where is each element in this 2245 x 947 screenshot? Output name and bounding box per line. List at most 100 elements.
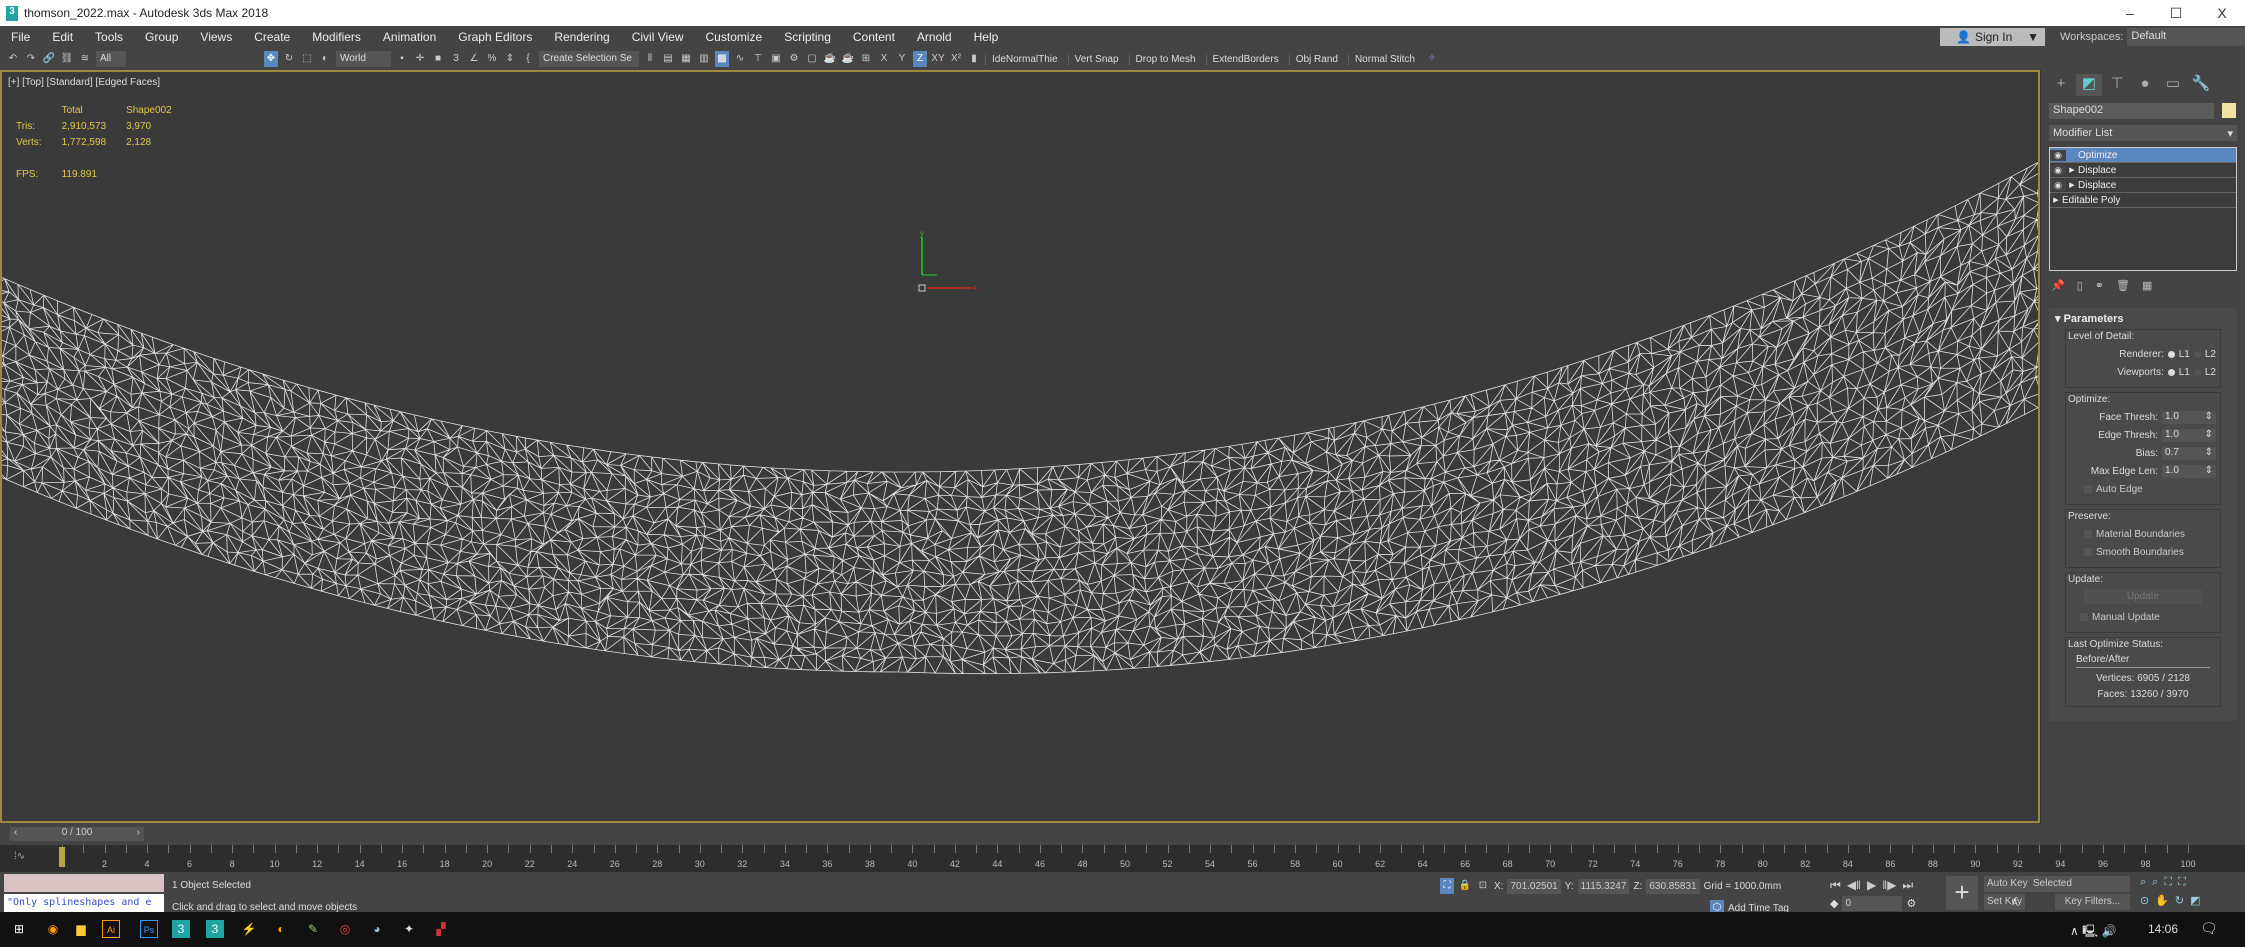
remove-modifier-icon[interactable]: 🗑 bbox=[2116, 279, 2130, 292]
script-button-vert-snap[interactable]: Vert Snap bbox=[1067, 53, 1125, 65]
unlink-icon[interactable]: ⛓ bbox=[60, 51, 74, 67]
motion-tab-icon[interactable]: ● bbox=[2132, 75, 2158, 97]
3dsmax-taskbar-icon-2[interactable]: 3 bbox=[206, 920, 224, 938]
create-tab-icon[interactable]: + bbox=[2048, 75, 2074, 97]
menu-rendering[interactable]: Rendering bbox=[543, 30, 620, 44]
mirror-icon[interactable]: ⫴ bbox=[643, 51, 657, 67]
time-slider[interactable]: ‹ 0 / 100 › bbox=[10, 827, 144, 841]
selection-filter-dropdown[interactable]: All bbox=[96, 51, 126, 67]
placement-icon[interactable]: ◐ bbox=[318, 51, 332, 67]
scale-icon[interactable]: ⬚ bbox=[300, 51, 314, 67]
pan-icon[interactable]: ✋ bbox=[2155, 894, 2169, 907]
file-explorer-icon[interactable]: ▆ bbox=[72, 920, 90, 938]
3dsmax-taskbar-icon[interactable]: 3 bbox=[172, 920, 190, 938]
layer-explorer-icon[interactable]: ▥ bbox=[697, 51, 711, 67]
go-to-end-icon[interactable]: ⏭ bbox=[1902, 878, 1913, 893]
stack-item-displace[interactable]: ◉ ▶ Displace bbox=[2050, 163, 2236, 178]
orbit-icon[interactable]: ↻ bbox=[2175, 894, 2184, 907]
workspaces-dropdown[interactable]: Default bbox=[2127, 28, 2245, 46]
object-name-field[interactable]: Shape002 bbox=[2049, 103, 2214, 119]
unity-icon[interactable]: ✦ bbox=[400, 920, 418, 938]
script-button-normal-stitch[interactable]: Normal Stitch bbox=[1347, 53, 1421, 65]
play-icon[interactable]: ▶ bbox=[1867, 878, 1876, 893]
maxscript-listener-input[interactable] bbox=[4, 874, 164, 892]
system-tray-icons[interactable]: ∧ 🖳 🔊 bbox=[2070, 922, 2116, 943]
schematic-view-icon[interactable]: ⊤ bbox=[751, 51, 765, 67]
hierarchy-tab-icon[interactable]: ⊤ bbox=[2104, 74, 2130, 96]
object-color-swatch[interactable] bbox=[2222, 103, 2236, 118]
make-unique-icon[interactable]: ⚭ bbox=[2095, 279, 2104, 292]
menu-tools[interactable]: Tools bbox=[84, 30, 134, 44]
eye-icon[interactable]: ◉ bbox=[2050, 164, 2066, 176]
render-iterative-icon[interactable]: ☕ bbox=[841, 51, 855, 67]
action-center-icon[interactable]: 🗨 bbox=[2200, 920, 2218, 937]
menu-create[interactable]: Create bbox=[243, 30, 301, 44]
key-filters-button[interactable]: Key Filters... bbox=[2055, 894, 2130, 910]
menu-animation[interactable]: Animation bbox=[372, 30, 447, 44]
x-coordinate-field[interactable]: 701.02501 bbox=[1507, 878, 1561, 894]
scene-explorer-icon[interactable]: ▦ bbox=[679, 51, 693, 67]
configure-modifier-sets-icon[interactable]: ▦ bbox=[2142, 279, 2152, 292]
photoshop-icon[interactable]: Ps bbox=[140, 920, 158, 938]
snaps-toggle-icon[interactable]: 3 bbox=[449, 51, 463, 67]
app-red-icon[interactable]: ⚡ bbox=[240, 920, 258, 938]
timeline-track[interactable]: ⁞∿ 0246810121416182022242628303234363840… bbox=[0, 845, 2245, 872]
expand-icon[interactable]: ▶ bbox=[2050, 196, 2062, 204]
update-button[interactable]: Update bbox=[2084, 589, 2202, 604]
absolute-mode-icon[interactable]: ⊡ bbox=[1476, 878, 1490, 894]
ribbon-icon[interactable]: ▩ bbox=[715, 51, 729, 67]
menu-graph-editors[interactable]: Graph Editors bbox=[447, 30, 543, 44]
eye-icon[interactable]: ◉ bbox=[2050, 179, 2066, 191]
go-to-start-icon[interactable]: ⏮ bbox=[1830, 878, 1841, 893]
viewport-label[interactable]: [+] [Top] [Standard] [Edged Faces] bbox=[8, 77, 160, 88]
app-orange-icon[interactable]: ◐ bbox=[272, 920, 290, 938]
set-key-button[interactable]: Set Key bbox=[1984, 894, 2026, 910]
menu-file[interactable]: File bbox=[0, 30, 41, 44]
material-editor-icon[interactable]: ▣ bbox=[769, 51, 783, 67]
select-move-icon[interactable]: ✥ bbox=[264, 51, 278, 67]
percent-snap-icon[interactable]: % bbox=[485, 51, 499, 67]
smooth-boundaries-checkbox[interactable]: Smooth Boundaries bbox=[2070, 543, 2216, 561]
next-frame-icon[interactable]: ‖▶ bbox=[1882, 878, 1896, 893]
modify-tab-icon[interactable]: ◩ bbox=[2076, 74, 2102, 96]
display-tab-icon[interactable]: ▭ bbox=[2160, 74, 2186, 96]
script-button-drop-to-mesh[interactable]: Drop to Mesh bbox=[1128, 53, 1202, 65]
renderer-l2-radio[interactable] bbox=[2193, 350, 2201, 358]
time-cursor[interactable] bbox=[59, 847, 65, 867]
script-button-obj-rand[interactable]: Obj Rand bbox=[1288, 53, 1344, 65]
axis-constraint-icon[interactable]: X² bbox=[949, 51, 963, 67]
menu-civil-view[interactable]: Civil View bbox=[621, 30, 695, 44]
current-frame-field[interactable]: 0 bbox=[1842, 896, 1903, 911]
menu-views[interactable]: Views bbox=[189, 30, 243, 44]
link-icon[interactable]: 🔗 bbox=[42, 51, 56, 67]
viewports-l1-radio[interactable] bbox=[2167, 368, 2175, 376]
field-of-view-icon[interactable]: ⊙ bbox=[2140, 894, 2149, 907]
menu-modifiers[interactable]: Modifiers bbox=[301, 30, 372, 44]
max-edge-len-spinner[interactable]: 1.0 ⇕ bbox=[2162, 464, 2216, 478]
viewport-top[interactable]: y x [+] [Top] [Standard] [Edged Faces] T… bbox=[0, 70, 2040, 823]
stack-item-editable-poly[interactable]: ▶ Editable Poly bbox=[2050, 193, 2236, 208]
edge-thresh-spinner[interactable]: 1.0 ⇕ bbox=[2162, 428, 2216, 442]
reference-coordinate-dropdown[interactable]: World bbox=[336, 51, 391, 67]
sign-in-button[interactable]: 👤 Sign In ▼ bbox=[1940, 28, 2045, 46]
named-selection-dropdown[interactable]: Create Selection Se bbox=[539, 51, 639, 67]
rendered-frame-icon[interactable]: ▢ bbox=[805, 51, 819, 67]
maximize-viewport-icon[interactable]: ◩ bbox=[2190, 894, 2200, 907]
chrome-icon[interactable]: ◎ bbox=[336, 920, 354, 938]
undo-icon[interactable]: ↶ bbox=[6, 51, 20, 67]
grid-icon[interactable]: ⊞ bbox=[859, 51, 873, 67]
close-button[interactable]: X bbox=[2199, 0, 2245, 26]
time-configuration-icon[interactable]: ⚙ bbox=[1906, 897, 1916, 910]
render-setup-icon[interactable]: ⚙ bbox=[787, 51, 801, 67]
create-key-icon[interactable]: + bbox=[1946, 876, 1978, 910]
windows-start-icon[interactable]: ⊞ bbox=[10, 920, 28, 938]
axis-x-button[interactable]: X bbox=[877, 51, 891, 67]
maxscript-output[interactable]: "Only splineshapes and e bbox=[4, 894, 164, 912]
menu-arnold[interactable]: Arnold bbox=[906, 30, 963, 44]
manual-update-checkbox[interactable]: Manual Update bbox=[2070, 608, 2216, 626]
minimize-button[interactable]: – bbox=[2107, 0, 2153, 26]
expand-icon[interactable]: ▶ bbox=[2066, 181, 2078, 189]
menu-group[interactable]: Group bbox=[134, 30, 189, 44]
stack-item-optimize[interactable]: ◉ Optimize bbox=[2050, 148, 2236, 163]
app-dark-icon[interactable]: ▞ bbox=[432, 920, 450, 938]
